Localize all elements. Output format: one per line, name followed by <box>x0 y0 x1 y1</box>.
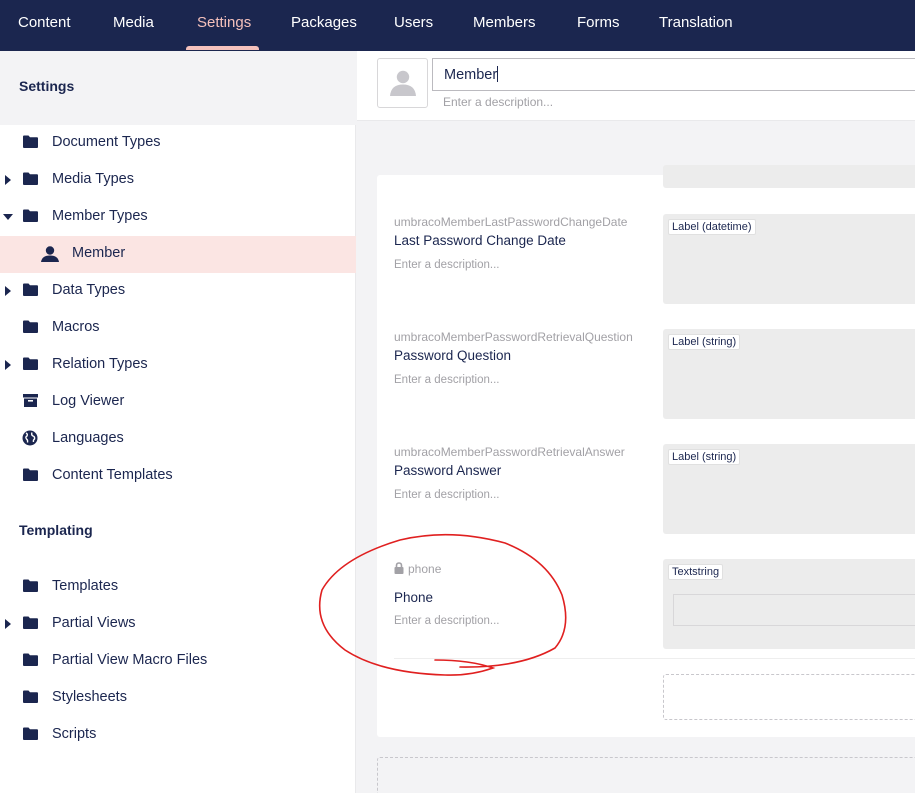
globe-icon <box>22 430 38 451</box>
property-password-question[interactable]: umbracoMemberPasswordRetrievalQuestion P… <box>394 329 644 386</box>
property-group-card: umbracoMemberLastPasswordChangeDate Last… <box>377 165 915 737</box>
folder-icon <box>23 468 38 486</box>
folder-icon <box>23 653 38 671</box>
property-last-password-change-date[interactable]: umbracoMemberLastPasswordChangeDate Last… <box>394 214 659 271</box>
tree-item-scripts[interactable]: Scripts <box>0 717 356 754</box>
tree-item-relation-types[interactable]: Relation Types <box>0 347 356 384</box>
property-description: Enter a description... <box>394 489 500 501</box>
tree-item-templates[interactable]: Templates <box>0 569 356 606</box>
property-editor-preview[interactable]: Textstring <box>663 559 915 649</box>
folder-icon <box>23 727 38 745</box>
description-input[interactable]: Enter a description... <box>443 95 553 109</box>
folder-icon <box>23 320 38 338</box>
sidebar-title: Settings <box>19 78 75 94</box>
tree-item-data-types[interactable]: Data Types <box>0 273 356 310</box>
nav-content[interactable]: Content <box>18 0 71 51</box>
editor-type-label: Label (string) <box>668 334 741 350</box>
property-phone[interactable]: phone Phone Enter a description... <box>394 561 659 627</box>
templating-section-title: Templating <box>19 522 93 538</box>
property-editor-preview[interactable]: Label (string) <box>663 329 915 419</box>
property-password-answer[interactable]: umbracoMemberPasswordRetrievalAnswer Pas… <box>394 444 659 501</box>
add-property-button[interactable] <box>663 674 915 720</box>
folder-icon <box>23 172 38 190</box>
tree-item-document-types[interactable]: Document Types <box>0 125 356 162</box>
property-name: Password Answer <box>394 463 502 478</box>
add-group-button[interactable] <box>377 757 915 793</box>
editor-header: Member Enter a description... <box>357 51 915 121</box>
property-name: Password Question <box>394 348 512 363</box>
name-input[interactable]: Member <box>432 58 915 91</box>
nav-media[interactable]: Media <box>113 0 154 51</box>
tree-item-content-templates[interactable]: Content Templates <box>0 458 356 495</box>
expand-arrow-icon[interactable] <box>5 619 11 629</box>
editor-type-label: Textstring <box>668 564 724 580</box>
folder-icon <box>23 283 38 301</box>
property-editor-preview[interactable]: Label (string) <box>663 444 915 534</box>
sidebar: Settings Document Types Media Types Memb… <box>0 51 356 793</box>
nav-packages[interactable]: Packages <box>291 0 357 51</box>
nav-users[interactable]: Users <box>394 0 433 51</box>
expand-arrow-icon[interactable] <box>5 175 11 185</box>
nav-settings[interactable]: Settings <box>197 0 251 51</box>
property-editor-preview[interactable] <box>663 165 915 188</box>
property-alias: phone <box>408 562 442 576</box>
property-alias: umbracoMemberPasswordRetrievalAnswer <box>394 445 625 459</box>
collapse-arrow-icon[interactable] <box>3 214 13 220</box>
tree-item-macros[interactable]: Macros <box>0 310 356 347</box>
property-alias: umbracoMemberLastPasswordChangeDate <box>394 215 628 229</box>
user-icon <box>390 70 416 101</box>
lock-icon[interactable] <box>394 562 404 578</box>
folder-icon <box>23 616 38 634</box>
folder-icon <box>23 209 38 227</box>
folder-icon <box>23 579 38 597</box>
property-description: Enter a description... <box>394 259 500 271</box>
folder-icon <box>23 357 38 375</box>
textstring-preview-field <box>673 594 915 626</box>
folder-icon <box>23 690 38 708</box>
tree-item-member[interactable]: Member <box>0 236 356 273</box>
property-editor-preview[interactable]: Label (datetime) <box>663 214 915 304</box>
active-nav-indicator <box>186 46 259 50</box>
property-alias: umbracoMemberPasswordRetrievalQuestion <box>394 330 633 344</box>
folder-icon <box>23 135 38 153</box>
property-description: Enter a description... <box>394 615 500 627</box>
top-navigation: Content Media Settings Packages Users Me… <box>0 0 915 51</box>
nav-members[interactable]: Members <box>473 0 536 51</box>
property-description: Enter a description... <box>394 374 500 386</box>
expand-arrow-icon[interactable] <box>5 360 11 370</box>
tree-item-partial-views[interactable]: Partial Views <box>0 606 356 643</box>
nav-translation[interactable]: Translation <box>659 0 733 51</box>
editor-type-label: Label (string) <box>668 449 741 465</box>
tree-item-log-viewer[interactable]: Log Viewer <box>0 384 356 421</box>
tree-item-languages[interactable]: Languages <box>0 421 356 458</box>
user-icon <box>41 246 59 267</box>
icon-picker-button[interactable] <box>377 58 428 108</box>
archive-icon <box>23 394 38 412</box>
property-name: Last Password Change Date <box>394 233 566 248</box>
name-input-value: Member <box>444 67 498 83</box>
expand-arrow-icon[interactable] <box>5 286 11 296</box>
tree-item-media-types[interactable]: Media Types <box>0 162 356 199</box>
tree-item-partial-view-macro-files[interactable]: Partial View Macro Files <box>0 643 356 680</box>
editor-type-label: Label (datetime) <box>668 219 756 235</box>
text-cursor <box>497 66 499 82</box>
sidebar-header: Settings <box>0 51 356 125</box>
property-alias-locked: phone <box>394 561 659 578</box>
nav-forms[interactable]: Forms <box>577 0 620 51</box>
property-name: Phone <box>394 590 434 605</box>
property-divider <box>394 658 915 659</box>
tree-item-member-types[interactable]: Member Types <box>0 199 356 236</box>
tree-item-stylesheets[interactable]: Stylesheets <box>0 680 356 717</box>
